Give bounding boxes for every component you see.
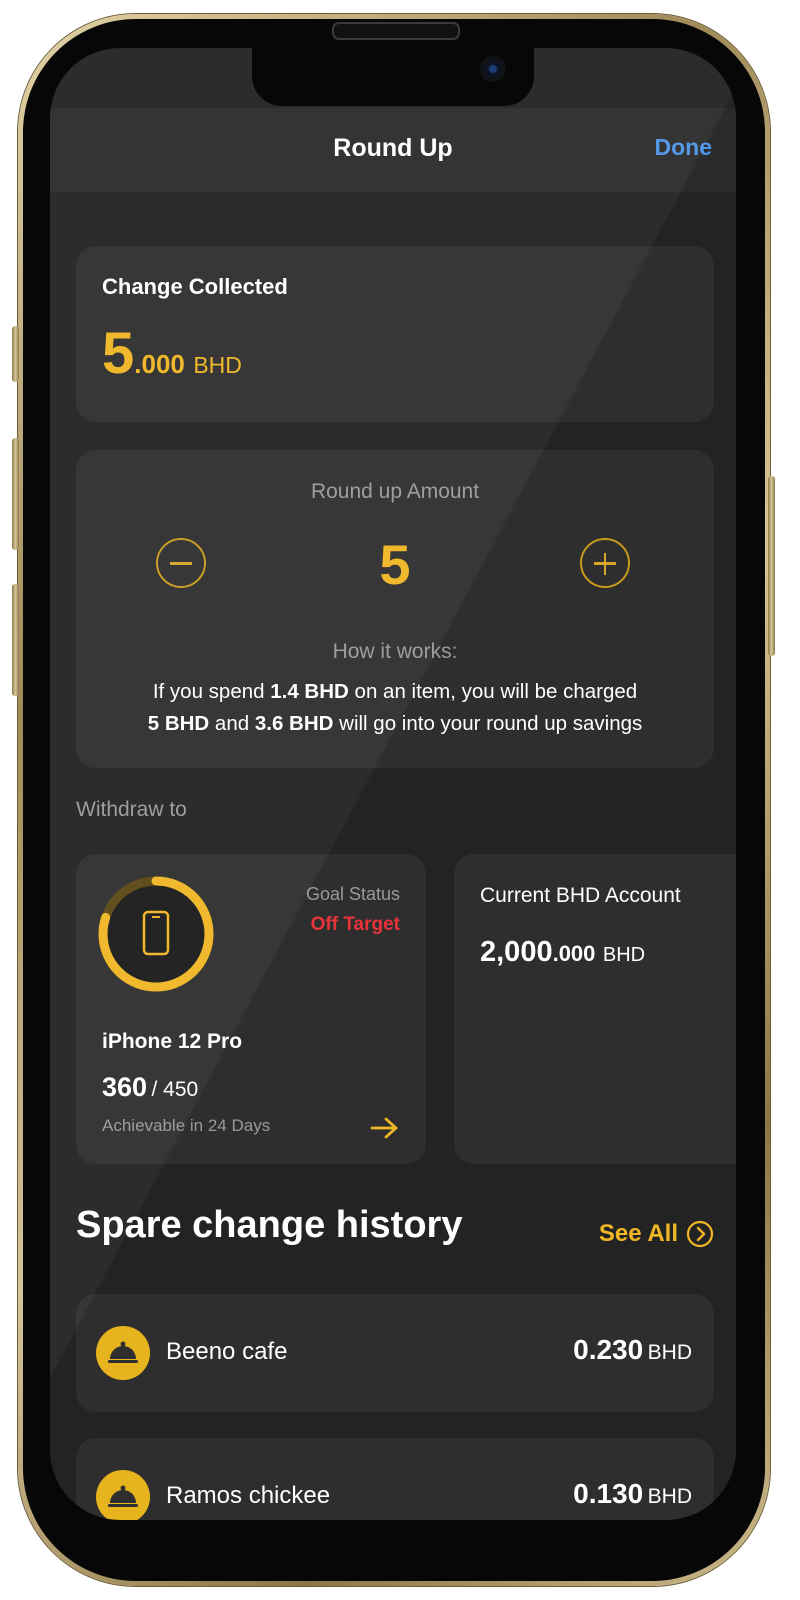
amount-currency: BHD [193,352,242,378]
silent-switch [12,326,19,382]
line2-bold-2: 3.6 BHD [254,712,334,735]
camera-icon [480,56,506,82]
account-currency: BHD [602,944,646,966]
history-row-amount-value: 0.230 [573,1334,644,1365]
withdraw-label: Withdraw to [76,798,187,821]
history-row[interactable]: Beeno cafe 0.230 BHD [76,1294,714,1412]
history-row-amount: 0.130 BHD [573,1478,692,1510]
round-up-card: Round up Amount 5 How it works: If you s… [76,450,714,768]
volume-down-button [12,584,19,696]
history-title: Spare change history [76,1204,463,1246]
power-button [768,476,775,656]
arrow-right-icon[interactable] [370,1116,400,1140]
cloche-icon [96,1326,150,1380]
volume-up-button [12,438,19,550]
line2-mid: and [209,712,255,735]
history-row[interactable]: Ramos chickee 0.130 BHD [76,1438,714,1520]
line1-pre: If you spend [152,680,271,703]
change-collected-amount: 5.000 BHD [102,320,242,387]
goal-name: iPhone 12 Pro [102,1030,243,1053]
account-whole: 2,000 [480,936,553,968]
goal-progress-ring [98,876,214,992]
goal-current: 360 [102,1072,148,1102]
goal-note: Achievable in 24 Days [102,1116,271,1135]
change-collected-card: Change Collected 5.000 BHD [76,246,714,422]
change-collected-label: Change Collected [102,274,288,299]
notch [252,48,534,106]
chevron-right-circle-icon [686,1220,714,1248]
goal-card[interactable]: Goal Status Off Target iPhone 12 Pro 360… [76,854,426,1164]
increase-button[interactable] [580,538,630,588]
goal-target: / 450 [151,1078,199,1101]
page-title: Round Up [333,134,453,162]
line2-post: will go into your round up savings [333,712,643,735]
navigation-bar: Round Up Done [50,108,736,192]
see-all-label: See All [598,1220,678,1247]
how-it-works-line-1: If you spend 1.4 BHD on an item, you wil… [76,680,714,704]
history-row-currency: BHD [647,1341,692,1364]
goal-status-value: Off Target [310,914,400,935]
goal-progress-text: 360 / 450 [102,1072,198,1103]
see-all-link[interactable]: See All [599,1220,714,1248]
done-button[interactable]: Done [655,134,713,161]
history-row-amount-value: 0.130 [573,1478,644,1509]
account-name: Current BHD Account [480,884,681,907]
account-decimals: .000 [552,941,596,966]
amount-decimals: .000 [134,349,185,379]
history-row-amount: 0.230 BHD [573,1334,692,1366]
round-up-label: Round up Amount [310,480,480,503]
how-it-works-line-2: 5 BHD and 3.6 BHD will go into your roun… [76,712,714,736]
history-row-currency: BHD [647,1485,692,1508]
speaker-grille [332,22,460,40]
goal-status-label: Goal Status [305,884,400,904]
amount-whole: 5 [102,321,135,386]
history-row-name: Ramos chickee [166,1482,331,1509]
account-card[interactable]: Current BHD Account 2,000.000 BHD [454,854,736,1164]
how-it-works-title: How it works: [332,640,458,663]
cloche-icon [96,1470,150,1520]
screen: Round Up Done Change Collected 5.000 BHD… [50,48,736,1520]
line1-post: on an item, you will be charged [348,680,638,703]
account-balance: 2,000.000 BHD [480,936,645,969]
history-row-name: Beeno cafe [166,1338,288,1365]
line2-bold-1: 5 BHD [147,712,210,735]
line1-bold: 1.4 BHD [270,680,349,703]
